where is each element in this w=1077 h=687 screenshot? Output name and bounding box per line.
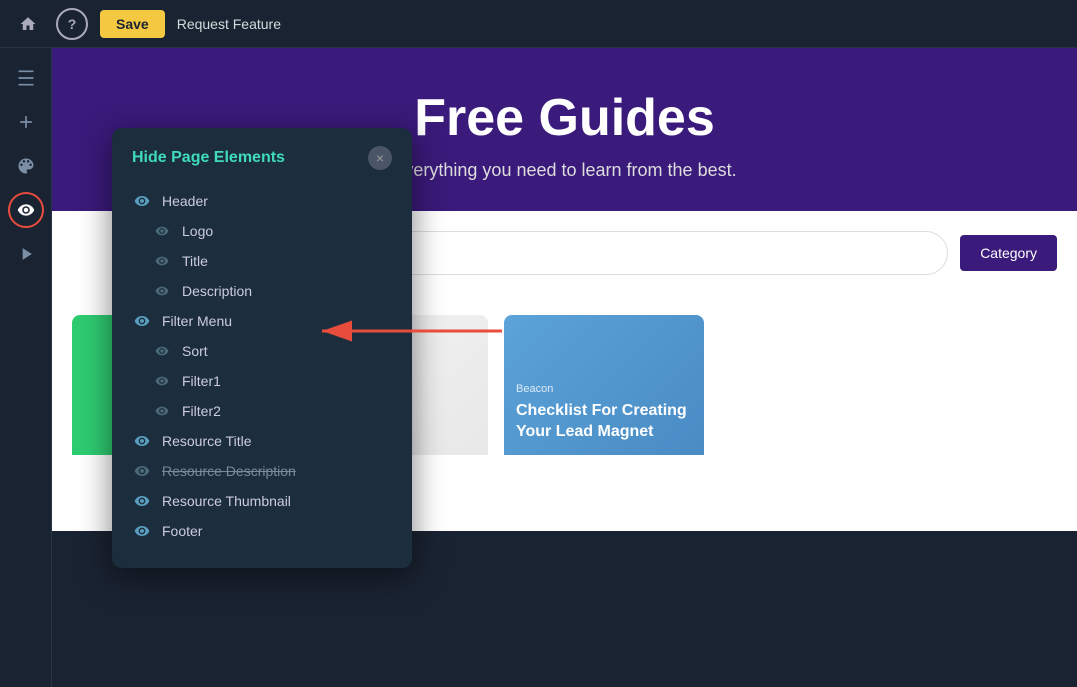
eye-icon-resource-thumbnail [132,491,152,511]
panel-header: Hide Page Elements × [132,146,392,170]
eye-icon-sort [152,341,172,361]
panel-item-filter-menu[interactable]: Filter Menu [132,306,392,336]
eye-icon-logo [152,221,172,241]
panel-item-header[interactable]: Header [132,186,392,216]
panel-item-resource-thumbnail-label: Resource Thumbnail [162,493,291,509]
publish-sidebar-icon[interactable] [8,236,44,272]
help-nav-icon[interactable]: ? [56,8,88,40]
panel-item-resource-thumbnail[interactable]: Resource Thumbnail [132,486,392,516]
panel-item-sort[interactable]: Sort [132,336,392,366]
request-feature-link[interactable]: Request Feature [177,16,281,32]
home-nav-icon[interactable] [12,8,44,40]
eye-icon-footer [132,521,152,541]
eye-icon-filter1 [152,371,172,391]
card-blue-beacon: Beacon [516,383,553,395]
eye-sidebar-icon[interactable] [8,192,44,228]
category-button[interactable]: Category [960,235,1057,271]
left-sidebar [0,48,52,687]
palette-sidebar-icon[interactable] [8,148,44,184]
panel-item-footer-label: Footer [162,523,202,539]
panel-item-description-label: Description [182,283,252,299]
panel-title: Hide Page Elements [132,149,285,167]
panel-item-filter1-label: Filter1 [182,373,221,389]
eye-icon-description [152,281,172,301]
card-blue-item: Beacon Checklist For Creating Your Lead … [504,315,704,511]
panel-item-resource-description[interactable]: Resource Description [132,456,392,486]
main-layout: Free Guides Everything you need to learn… [0,48,1077,687]
navbar: ? Save Request Feature [0,0,1077,48]
eye-icon-filter-menu [132,311,152,331]
panel-item-filter1[interactable]: Filter1 [132,366,392,396]
pages-sidebar-icon[interactable] [8,60,44,96]
panel-item-logo-label: Logo [182,223,213,239]
panel-item-resource-title-label: Resource Title [162,433,251,449]
add-sidebar-icon[interactable] [8,104,44,140]
panel-item-filter2-label: Filter2 [182,403,221,419]
eye-icon-resource-title [132,431,152,451]
eye-icon-header [132,191,152,211]
panel-item-description[interactable]: Description [132,276,392,306]
panel-item-resource-title[interactable]: Resource Title [132,426,392,456]
panel-item-header-label: Header [162,193,208,209]
eye-icon-title [152,251,172,271]
panel-item-sort-label: Sort [182,343,208,359]
panel-item-filter-menu-label: Filter Menu [162,313,232,329]
eye-icon-filter2 [152,401,172,421]
panel-item-title-label: Title [182,253,208,269]
card-blue-title: Checklist For Creating Your Lead Magnet [516,401,692,443]
save-button[interactable]: Save [100,10,165,38]
eye-icon-resource-description [132,461,152,481]
panel-item-footer[interactable]: Footer [132,516,392,546]
card-blue-image: Beacon Checklist For Creating Your Lead … [504,315,704,455]
panel-item-filter2[interactable]: Filter2 [132,396,392,426]
panel-item-resource-description-label: Resource Description [162,463,296,479]
panel-item-logo[interactable]: Logo [132,216,392,246]
hide-page-elements-panel: Hide Page Elements × Header Logo [112,128,412,568]
panel-item-title[interactable]: Title [132,246,392,276]
content-area: Free Guides Everything you need to learn… [52,48,1077,687]
panel-close-button[interactable]: × [368,146,392,170]
